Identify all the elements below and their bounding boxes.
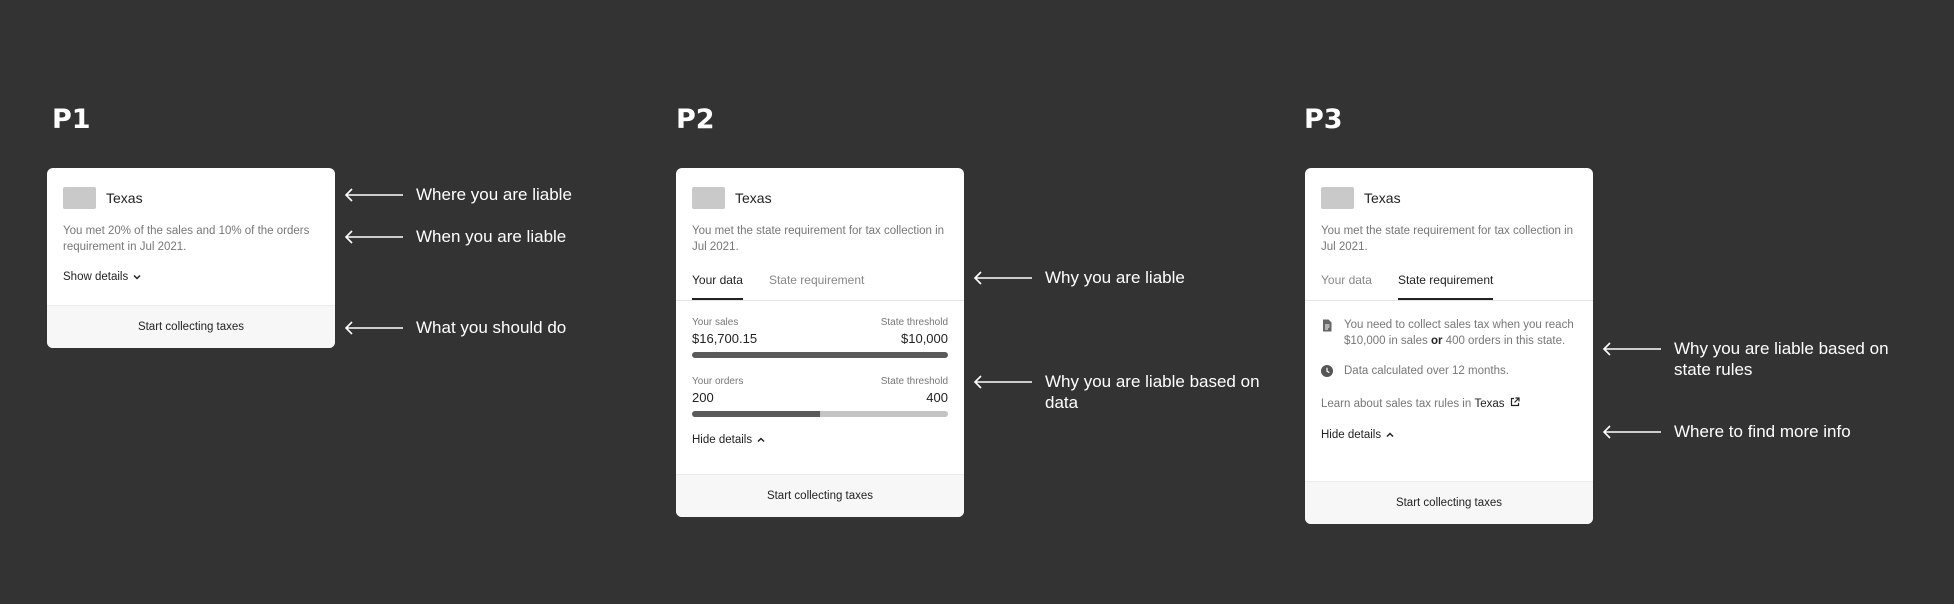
tab-state-requirement[interactable]: State requirement	[1397, 271, 1494, 300]
annotation-more-info: Where to find more info	[1602, 421, 1851, 442]
sales-progress-bar	[692, 352, 948, 358]
sales-metric: Your sales State threshold $16,700.15 $1…	[676, 317, 964, 358]
clock-icon	[1321, 365, 1333, 377]
annotation-why-liable: Why you are liable	[973, 267, 1185, 288]
your-sales-value: $16,700.15	[692, 331, 758, 346]
orders-progress-bar	[692, 411, 948, 417]
liability-description: You met the state requirement for tax co…	[692, 225, 945, 253]
annotation-line: state rules	[1674, 360, 1753, 379]
liability-description: You met the state requirement for tax co…	[1321, 225, 1574, 253]
orders-metric: Your orders State threshold 200 400	[676, 376, 964, 417]
state-name: Texas	[735, 190, 772, 206]
annotation-text: Why you are liable	[1045, 268, 1185, 287]
orders-progress-fill	[692, 411, 820, 417]
requirement-text-post: 400 orders in this state.	[1445, 335, 1566, 347]
document-icon	[1323, 319, 1332, 332]
state-flag-placeholder	[63, 187, 96, 209]
calculation-period: Data calculated over 12 months.	[1305, 363, 1593, 379]
arrow-left-icon	[344, 321, 403, 335]
annotation-when-liable: When you are liable	[344, 226, 566, 247]
panel-title-p3: P3	[1304, 104, 1343, 135]
show-details-toggle[interactable]: Show details	[47, 271, 335, 283]
your-orders-value: 200	[692, 390, 714, 405]
annotation-text: What you should do	[416, 318, 567, 337]
annotation-text: When you are liable	[416, 227, 567, 246]
start-collecting-taxes-button[interactable]: Start collecting taxes	[1305, 481, 1593, 524]
sales-progress-fill	[692, 352, 948, 358]
tab-your-data[interactable]: Your data	[1321, 271, 1372, 300]
start-collecting-taxes-button[interactable]: Start collecting taxes	[47, 305, 335, 348]
requirement-or: or	[1430, 335, 1443, 347]
hide-details-label: Hide details	[692, 434, 753, 446]
your-orders-label: Your orders	[692, 376, 744, 387]
tax-card-p3: Texas You met the state requirement for …	[1305, 168, 1593, 524]
calculation-period-text: Data calculated over 12 months.	[1344, 365, 1509, 377]
hide-details-toggle[interactable]: Hide details	[1305, 429, 1593, 441]
annotation-text: Why you are liable based on data	[1045, 371, 1260, 413]
chevron-up-icon	[757, 437, 765, 443]
tab-bar: Your data State requirement	[676, 271, 964, 301]
state-name: Texas	[1364, 190, 1401, 206]
state-requirement-rule: You need to collect sales tax when you r…	[1305, 317, 1593, 349]
hide-details-toggle[interactable]: Hide details	[676, 434, 964, 446]
orders-threshold-label: State threshold	[880, 376, 948, 387]
tax-card-p1: Texas You met 20% of the sales and 10% o…	[47, 168, 335, 348]
requirement-text: You need to collect sales tax when you r…	[1344, 317, 1577, 349]
card-header: Texas	[676, 168, 964, 212]
liability-description: You met 20% of the sales and 10% of the …	[63, 225, 310, 253]
arrow-left-icon	[973, 375, 1032, 389]
arrow-left-icon	[1602, 342, 1661, 356]
arrow-left-icon	[344, 230, 403, 244]
annotation-line: Why you are liable based on	[1045, 372, 1260, 391]
learn-more-text: Learn about sales tax rules in	[1321, 398, 1472, 410]
annotation-why-liable-data: Why you are liable based on data	[973, 371, 1260, 413]
tax-card-p2: Texas You met the state requirement for …	[676, 168, 964, 517]
tab-your-data[interactable]: Your data	[692, 271, 743, 300]
texas-rules-link-label: Texas	[1474, 398, 1505, 410]
external-link-icon	[1510, 397, 1520, 407]
card-header: Texas	[1305, 168, 1593, 212]
chevron-up-icon	[1386, 432, 1394, 438]
annotation-text: Where you are liable	[416, 185, 572, 204]
chevron-down-icon	[133, 274, 141, 280]
annotation-line: data	[1045, 393, 1079, 412]
start-collecting-taxes-button[interactable]: Start collecting taxes	[676, 474, 964, 517]
annotation-line: Why you are liable based on	[1674, 339, 1889, 358]
annotation-where-liable: Where you are liable	[344, 184, 572, 205]
annotation-why-liable-rules: Why you are liable based on state rules	[1602, 338, 1889, 380]
panel-title-p2: P2	[676, 104, 715, 135]
annotation-text: Why you are liable based on state rules	[1674, 338, 1889, 380]
sales-threshold-label: State threshold	[880, 317, 948, 328]
sales-threshold-value: $10,000	[901, 331, 948, 346]
arrow-left-icon	[1602, 425, 1661, 439]
learn-more: Learn about sales tax rules in Texas	[1305, 396, 1593, 412]
tab-bar: Your data State requirement	[1305, 271, 1593, 301]
state-flag-placeholder	[1321, 187, 1354, 209]
arrow-left-icon	[973, 271, 1032, 285]
orders-threshold-value: 400	[926, 390, 948, 405]
state-name: Texas	[106, 190, 143, 206]
your-sales-label: Your sales	[692, 317, 739, 328]
arrow-left-icon	[344, 188, 403, 202]
panel-title-p1: P1	[52, 104, 91, 135]
state-flag-placeholder	[692, 187, 725, 209]
show-details-label: Show details	[63, 271, 129, 283]
tab-state-requirement[interactable]: State requirement	[769, 271, 864, 300]
annotation-text: Where to find more info	[1674, 422, 1851, 441]
card-header: Texas	[47, 168, 335, 212]
annotation-what-do: What you should do	[344, 317, 566, 338]
hide-details-label: Hide details	[1321, 429, 1382, 441]
texas-rules-link[interactable]: Texas	[1474, 396, 1520, 412]
